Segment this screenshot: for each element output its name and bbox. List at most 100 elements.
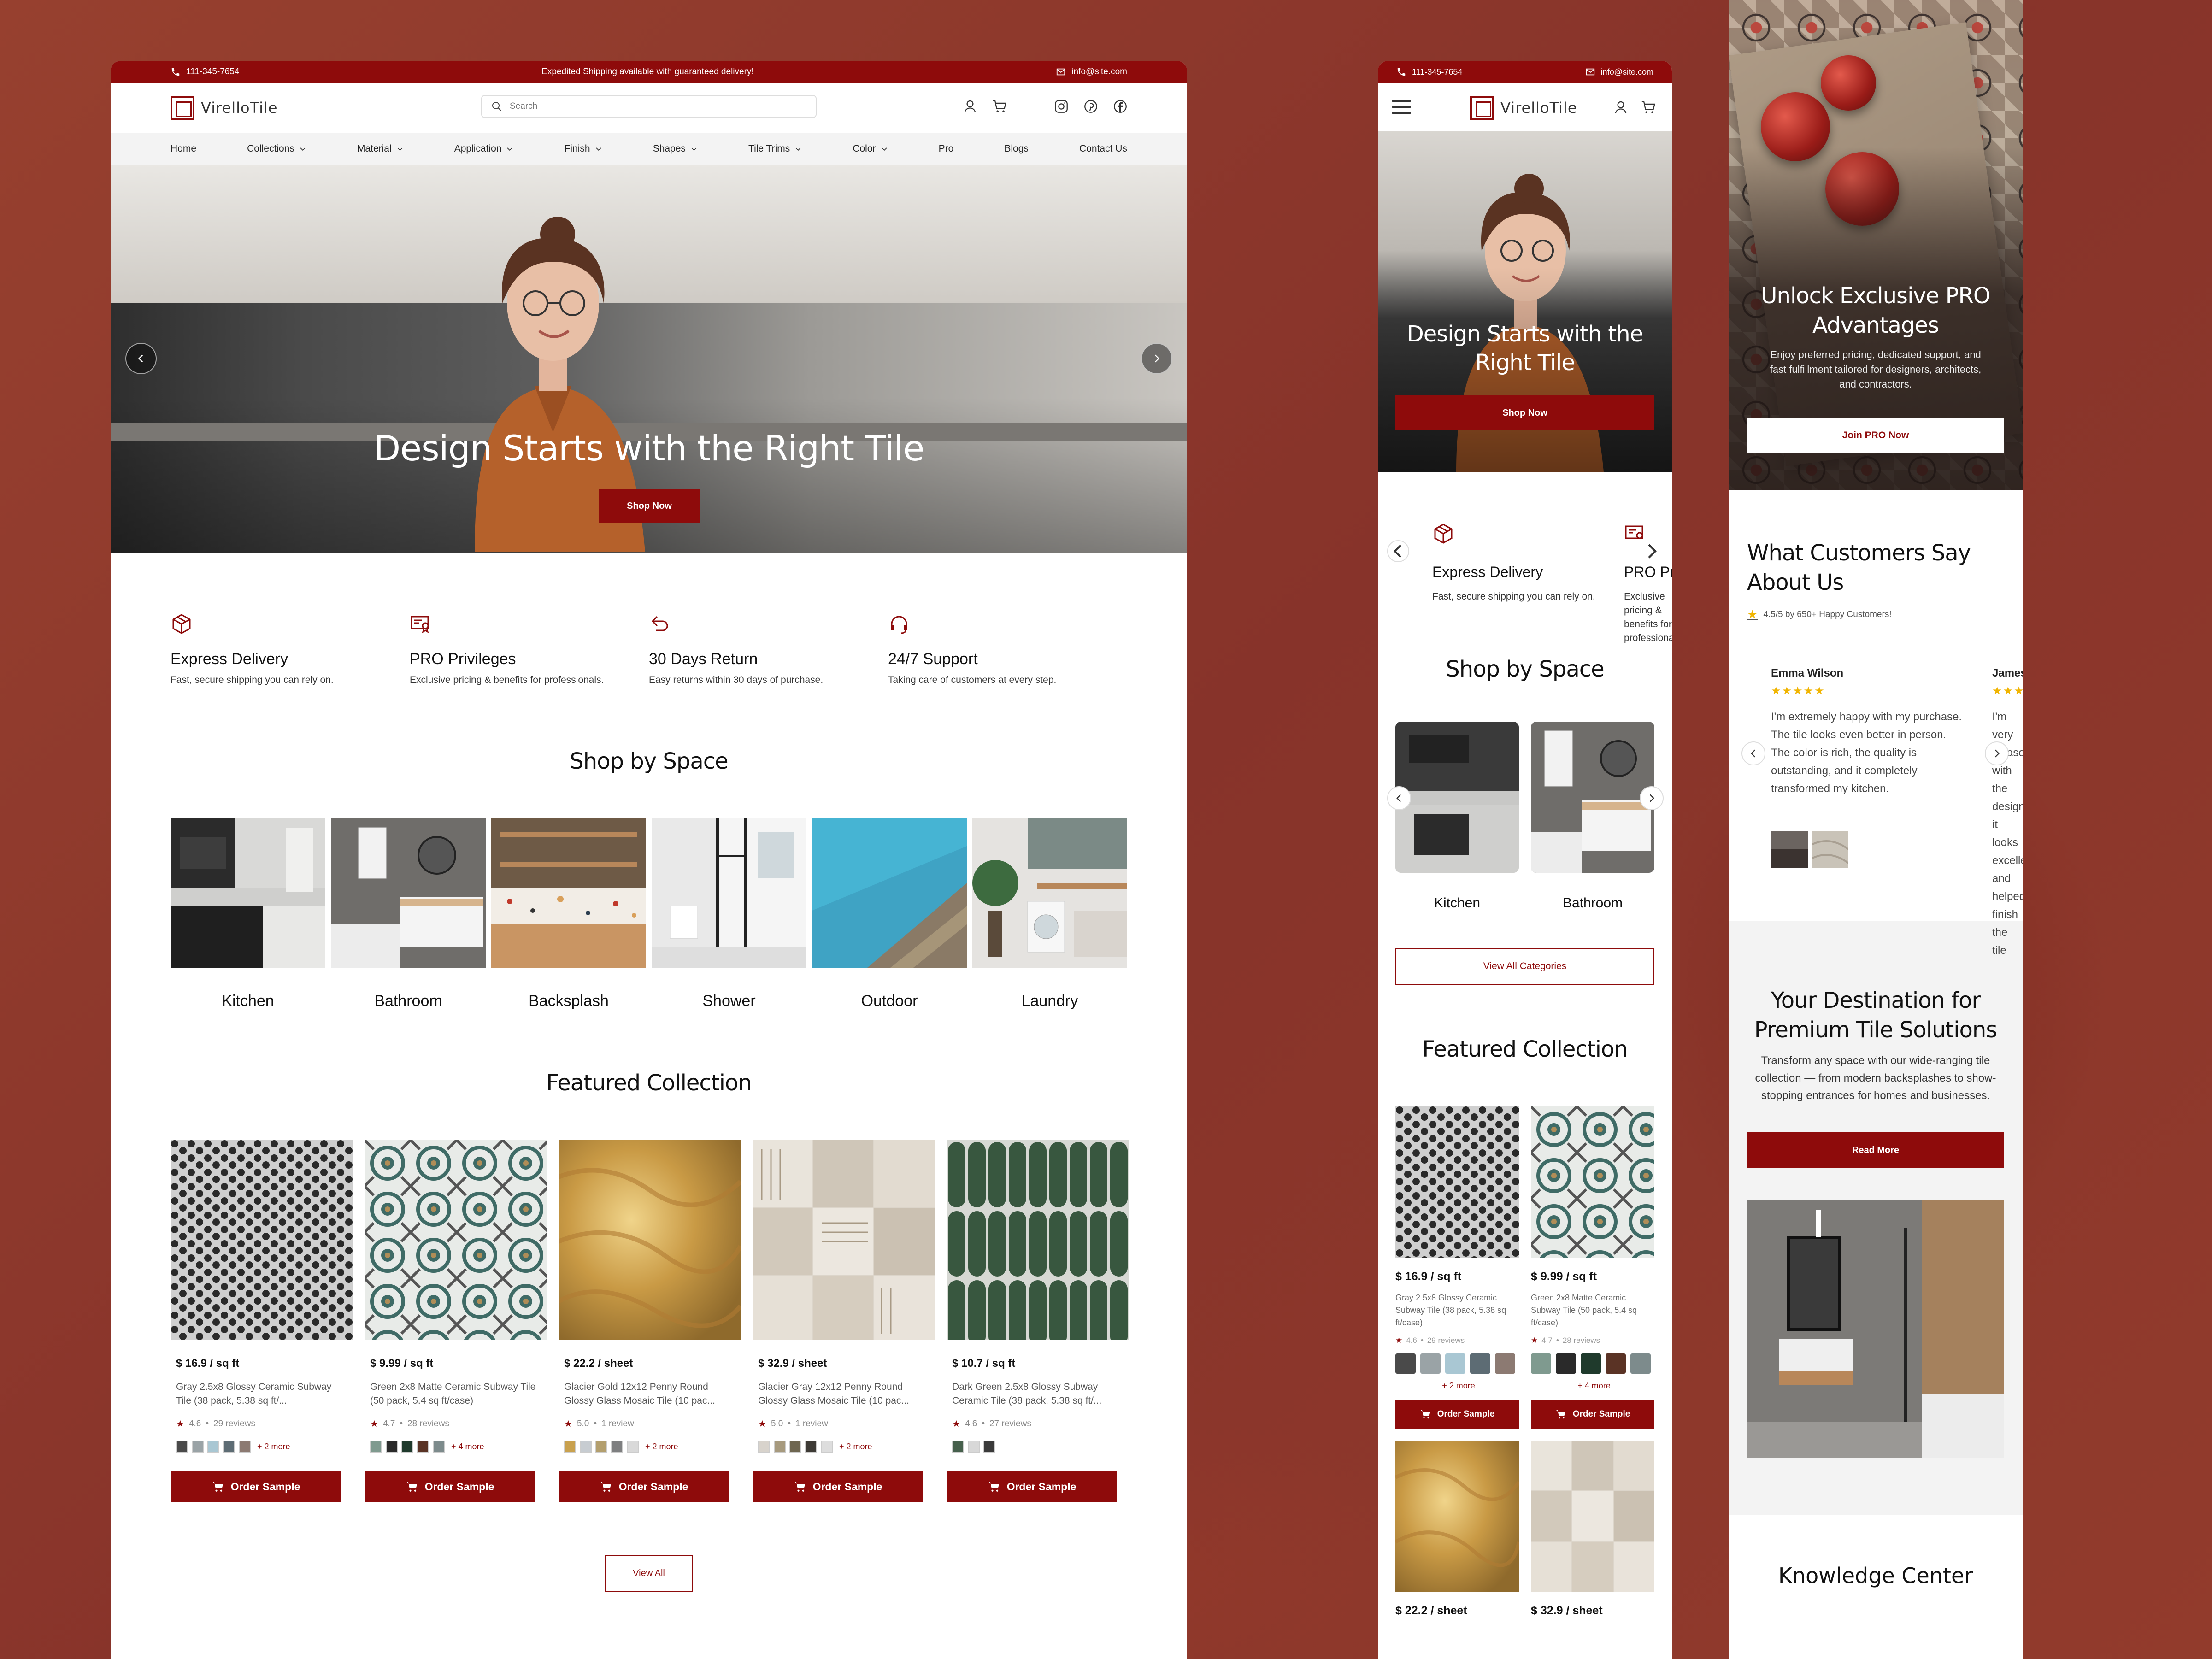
space-next-button[interactable]: [1640, 786, 1664, 810]
product-card[interactable]: $ 22.2 / sheet Glacier Gold 12x12 Penny …: [557, 1140, 743, 1502]
nav-pro[interactable]: Pro: [939, 143, 954, 154]
color-swatch[interactable]: [805, 1441, 817, 1453]
space-card-laundry[interactable]: Laundry: [972, 818, 1127, 1010]
more-swatches-link[interactable]: + 4 more: [1534, 1381, 1654, 1391]
pinterest-icon[interactable]: [1083, 99, 1099, 114]
color-swatch[interactable]: [207, 1441, 219, 1453]
nav-tile-trims[interactable]: Tile Trims: [748, 143, 802, 154]
space-card-outdoor[interactable]: Outdoor: [812, 818, 967, 1010]
product-name[interactable]: Gray 2.5x8 Glossy Ceramic Subway Tile (3…: [176, 1380, 347, 1408]
more-swatches-link[interactable]: + 4 more: [451, 1442, 484, 1452]
color-swatch[interactable]: [580, 1441, 592, 1453]
more-swatches-link[interactable]: + 2 more: [839, 1442, 872, 1452]
color-swatch[interactable]: [1531, 1353, 1551, 1374]
color-swatch[interactable]: [627, 1441, 639, 1453]
color-swatch[interactable]: [223, 1441, 235, 1453]
nav-color[interactable]: Color: [853, 143, 888, 154]
color-swatch[interactable]: [239, 1441, 251, 1453]
product-card[interactable]: $ 9.99 / sq ft Green 2x8 Matte Ceramic S…: [1531, 1106, 1654, 1429]
space-card-kitchen[interactable]: Kitchen: [1395, 722, 1519, 911]
nav-contact-us[interactable]: Contact Us: [1079, 143, 1127, 154]
user-icon[interactable]: [962, 99, 978, 114]
color-swatch[interactable]: [983, 1441, 995, 1453]
color-swatch[interactable]: [417, 1441, 429, 1453]
shop-now-button[interactable]: Shop Now: [1395, 395, 1654, 430]
nav-home[interactable]: Home: [171, 143, 196, 154]
join-pro-button[interactable]: Join PRO Now: [1747, 418, 2004, 453]
order-sample-button[interactable]: Order Sample: [1531, 1400, 1654, 1429]
space-card-bathroom[interactable]: Bathroom: [331, 818, 486, 1010]
color-swatch[interactable]: [789, 1441, 801, 1453]
color-swatch[interactable]: [758, 1441, 770, 1453]
color-swatch[interactable]: [1630, 1353, 1651, 1374]
product-card[interactable]: $ 16.9 / sq ft Gray 2.5x8 Glossy Ceramic…: [171, 1140, 353, 1502]
read-more-button[interactable]: Read More: [1747, 1132, 2004, 1168]
reviews-next-button[interactable]: [1985, 741, 2009, 765]
hero-next-button[interactable]: [1141, 343, 1172, 374]
color-swatch[interactable]: [1606, 1353, 1626, 1374]
color-swatch[interactable]: [401, 1441, 413, 1453]
order-sample-button[interactable]: Order Sample: [171, 1471, 341, 1502]
product-name[interactable]: Green 2x8 Matte Ceramic Subway Tile (50 …: [1531, 1292, 1654, 1330]
review-photo-thumbnail[interactable]: [1812, 831, 1848, 868]
color-swatch[interactable]: [433, 1441, 445, 1453]
brand-logo[interactable]: VirelloTile: [171, 96, 278, 120]
color-swatch[interactable]: [1420, 1353, 1441, 1374]
nav-finish[interactable]: Finish: [565, 143, 602, 154]
phone-number[interactable]: 111-345-7654: [1412, 67, 1462, 77]
color-swatch[interactable]: [176, 1441, 188, 1453]
product-card[interactable]: $ 9.99 / sq ft Green 2x8 Matte Ceramic S…: [365, 1140, 547, 1502]
email-link[interactable]: info@site.com: [1601, 67, 1653, 77]
product-card[interactable]: $ 32.9 / sheet Glacier Gray 12x12 Penny …: [753, 1140, 935, 1502]
view-all-categories-button[interactable]: View All Categories: [1395, 948, 1654, 985]
product-name[interactable]: Green 2x8 Matte Ceramic Subway Tile (50 …: [370, 1380, 541, 1408]
cart-icon[interactable]: [992, 99, 1007, 114]
shop-now-button[interactable]: Shop Now: [599, 489, 700, 523]
color-swatch[interactable]: [774, 1441, 786, 1453]
product-name[interactable]: Gray 2.5x8 Glossy Ceramic Subway Tile (3…: [1395, 1292, 1519, 1330]
color-swatch[interactable]: [386, 1441, 398, 1453]
space-card-bathroom[interactable]: Bathroom: [1531, 722, 1654, 911]
product-card[interactable]: $ 22.2 / sheet: [1394, 1441, 1521, 1618]
color-swatch[interactable]: [1395, 1353, 1416, 1374]
order-sample-button[interactable]: Order Sample: [753, 1471, 923, 1502]
color-swatch[interactable]: [821, 1441, 833, 1453]
nav-application[interactable]: Application: [454, 143, 514, 154]
product-card[interactable]: $ 16.9 / sq ft Gray 2.5x8 Glossy Ceramic…: [1395, 1106, 1519, 1429]
user-icon[interactable]: [1613, 100, 1629, 115]
hamburger-menu-icon[interactable]: [1392, 100, 1411, 114]
cart-icon[interactable]: [1641, 100, 1656, 115]
order-sample-button[interactable]: Order Sample: [947, 1471, 1117, 1502]
features-next-button[interactable]: [1641, 540, 1663, 562]
space-card-shower[interactable]: Shower: [652, 818, 806, 1010]
order-sample-button[interactable]: Order Sample: [559, 1471, 729, 1502]
color-swatch[interactable]: [952, 1441, 964, 1453]
color-swatch[interactable]: [1556, 1353, 1576, 1374]
nav-material[interactable]: Material: [357, 143, 404, 154]
product-name[interactable]: Glacier Gray 12x12 Penny Round Glossy Gl…: [758, 1380, 929, 1408]
instagram-icon[interactable]: [1053, 99, 1069, 114]
product-card[interactable]: $ 10.7 / sq ft Dark Green 2.5x8 Glossy S…: [947, 1140, 1129, 1502]
review-photo-thumbnail[interactable]: [1771, 831, 1808, 868]
nav-blogs[interactable]: Blogs: [1004, 143, 1029, 154]
more-swatches-link[interactable]: + 2 more: [645, 1442, 678, 1452]
space-card-backsplash[interactable]: Backsplash: [491, 818, 646, 1010]
color-swatch[interactable]: [1445, 1353, 1465, 1374]
features-prev-button[interactable]: [1387, 540, 1409, 562]
product-name[interactable]: Dark Green 2.5x8 Glossy Subway Ceramic T…: [952, 1380, 1123, 1408]
reviews-prev-button[interactable]: [1741, 741, 1765, 765]
color-swatch[interactable]: [192, 1441, 204, 1453]
nav-shapes[interactable]: Shapes: [653, 143, 698, 154]
color-swatch[interactable]: [611, 1441, 623, 1453]
color-swatch[interactable]: [564, 1441, 576, 1453]
product-card[interactable]: $ 32.9 / sheet: [1531, 1441, 1654, 1618]
product-name[interactable]: Glacier Gold 12x12 Penny Round Glossy Gl…: [564, 1380, 735, 1408]
order-sample-button[interactable]: Order Sample: [365, 1471, 535, 1502]
order-sample-button[interactable]: Order Sample: [1395, 1400, 1519, 1429]
color-swatch[interactable]: [370, 1441, 382, 1453]
color-swatch[interactable]: [1470, 1353, 1490, 1374]
more-swatches-link[interactable]: + 2 more: [257, 1442, 290, 1452]
hero-prev-button[interactable]: [125, 343, 157, 374]
nav-collections[interactable]: Collections: [247, 143, 306, 154]
search-box[interactable]: [481, 95, 817, 118]
